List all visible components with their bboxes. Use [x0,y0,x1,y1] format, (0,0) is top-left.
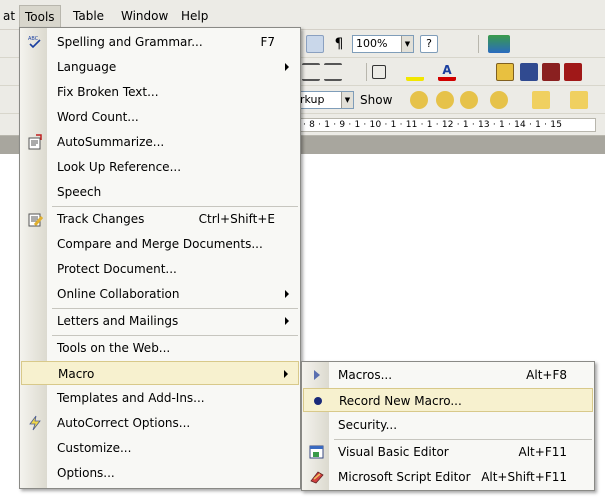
menu-item-compare-and-merge[interactable]: Compare and Merge Documents... [21,232,299,256]
reject-change-icon[interactable] [490,91,508,109]
submenu-arrow-icon [285,290,289,298]
spelling-check-icon: ABC [27,34,43,50]
autocorrect-lightning-icon [27,415,43,431]
menu-item-microsoft-script-editor[interactable]: Microsoft Script Editor Alt+Shift+F11 [303,465,593,489]
menu-item-autocorrect-options[interactable]: AutoCorrect Options... [21,411,299,435]
menubar-item-table[interactable]: Table [70,7,107,25]
chevron-down-icon[interactable]: ▼ [341,92,353,108]
menu-item-options[interactable]: Options... [21,461,299,485]
menu-item-customize[interactable]: Customize... [21,436,299,460]
script-editor-icon [309,469,325,485]
menu-item-visual-basic-editor[interactable]: Visual Basic Editor Alt+F11 [303,440,593,464]
menubar-item-tools[interactable]: Tools [19,5,61,27]
menu-item-security[interactable]: Security... [303,413,593,437]
track-changes-toolbar-icon[interactable] [570,91,588,109]
print-preview-icon[interactable] [306,35,324,53]
paragraph-mark-icon[interactable]: ¶ [330,35,348,53]
menu-bar: at Tools Table Window Help [0,0,605,30]
submenu-arrow-icon [285,317,289,325]
menu-item-templates-and-add-ins[interactable]: Templates and Add-Ins... [21,386,299,410]
menu-item-tools-on-the-web[interactable]: Tools on the Web... [21,336,299,360]
decrease-indent-icon[interactable] [302,63,320,81]
menu-item-macro[interactable]: Macro [21,361,299,385]
menu-item-look-up-reference[interactable]: Look Up Reference... [21,155,299,179]
menu-item-online-collaboration[interactable]: Online Collaboration [21,282,299,306]
menubar-item-help[interactable]: Help [178,7,211,25]
help-icon[interactable]: ? [420,35,438,53]
next-change-icon[interactable] [436,91,454,109]
menubar-item-window[interactable]: Window [118,7,171,25]
submenu-arrow-icon [285,63,289,71]
previous-change-icon[interactable] [410,91,428,109]
menu-item-spelling-and-grammar[interactable]: ABC Spelling and Grammar... F7 [21,30,299,54]
menu-item-speech[interactable]: Speech [21,180,299,204]
toolbar-separator [478,35,479,53]
menu-item-protect-document[interactable]: Protect Document... [21,257,299,281]
increase-indent-icon[interactable] [324,63,342,81]
svg-text:ABC: ABC [28,36,39,42]
toolbar-separator [366,63,367,81]
tools-menu: ABC Spelling and Grammar... F7 Language … [19,27,301,489]
toolbar-icon-4[interactable] [564,63,582,81]
play-triangle-icon [309,367,325,383]
menu-item-language[interactable]: Language [21,55,299,79]
menubar-item-format[interactable]: at [0,7,18,25]
zoom-select[interactable]: 100% ▼ [352,35,414,53]
submenu-arrow-icon [284,370,288,378]
menu-item-macros[interactable]: Macros... Alt+F8 [303,363,593,387]
menu-item-fix-broken-text[interactable]: Fix Broken Text... [21,80,299,104]
display-for-review-select[interactable]: rkup ▼ [296,91,354,109]
accept-change-icon[interactable] [460,91,478,109]
menu-item-word-count[interactable]: Word Count... [21,105,299,129]
record-dot-icon [310,393,326,409]
highlight-icon[interactable] [406,63,424,81]
drawing-icon[interactable] [488,35,510,53]
visual-basic-editor-icon [309,444,325,460]
track-changes-icon [27,211,44,227]
toolbar-icon-3[interactable] [542,63,560,81]
menu-item-letters-and-mailings[interactable]: Letters and Mailings [21,309,299,333]
menu-item-autosummarize[interactable]: AutoSummarize... [21,130,299,154]
toolbar-icon-2[interactable] [520,63,538,81]
ruler-scale: · 8 · 1 · 9 · 1 · 10 · 1 · 11 · 1 · 12 ·… [296,118,596,132]
autosummarize-icon [27,134,43,150]
toolbar-icon-1[interactable] [496,63,514,81]
font-color-icon[interactable]: A [438,63,456,81]
border-icon[interactable] [372,65,386,79]
chevron-down-icon[interactable]: ▼ [401,36,413,52]
menu-item-record-new-macro[interactable]: Record New Macro... [303,388,593,412]
macro-submenu: Macros... Alt+F8 Record New Macro... Sec… [301,361,595,491]
show-menu[interactable]: Show [360,92,392,108]
menu-item-track-changes[interactable]: Track Changes Ctrl+Shift+E [21,207,299,231]
insert-comment-icon[interactable] [532,91,550,109]
